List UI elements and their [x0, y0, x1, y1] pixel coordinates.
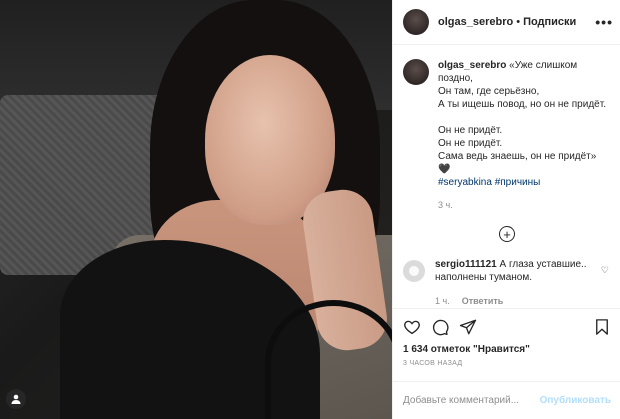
caption-username[interactable]: olgas_serebro — [438, 60, 506, 71]
caption-line: Он там, где серьёзно, — [438, 86, 540, 97]
following-button[interactable]: Подписки — [523, 16, 576, 28]
bookmark-icon[interactable] — [593, 318, 611, 336]
caption: olgas_serebro «Уже слишком поздно, Он та… — [393, 45, 620, 212]
caption-text: olgas_serebro «Уже слишком поздно, Он та… — [438, 59, 608, 212]
post-header: olgas_serebro • Подписки ••• — [393, 0, 620, 45]
comment-time: 1 ч. — [435, 296, 450, 306]
comments-list[interactable]: olgas_serebro «Уже слишком поздно, Он та… — [393, 45, 620, 307]
plus-circle-icon[interactable]: + — [499, 226, 515, 242]
share-icon[interactable] — [459, 318, 477, 336]
load-more-comments-button[interactable]: + — [393, 226, 620, 242]
more-dots-icon[interactable]: ••• — [595, 14, 613, 30]
comment-input[interactable]: Добавьте комментарий... — [403, 395, 519, 406]
caption-time: 3 ч. — [438, 200, 453, 210]
caption-hashtags[interactable]: #seryabkina #причины — [438, 177, 540, 188]
commenter-username[interactable]: sergio111121 — [435, 259, 497, 270]
comment-item: sergio111121 А глаза уставшие.. наполнен… — [393, 242, 620, 284]
likes-count[interactable]: 1 634 отметок "Нравится" — [393, 336, 620, 355]
comment-text: sergio111121 А глаза уставшие.. наполнен… — [435, 258, 595, 284]
caption-avatar[interactable] — [403, 59, 429, 85]
reply-button[interactable]: Ответить — [462, 296, 504, 306]
heart-icon[interactable] — [403, 318, 421, 336]
header-separator: • — [516, 16, 521, 28]
author-username[interactable]: olgas_serebro — [438, 16, 513, 28]
comment-icon[interactable] — [431, 318, 449, 336]
comment-like-icon[interactable]: ♡ — [601, 265, 609, 276]
tagged-user-icon[interactable] — [6, 389, 26, 409]
photo-chair — [265, 300, 392, 419]
commenter-avatar[interactable] — [403, 260, 425, 282]
caption-line: Сама ведь знаешь, он не придёт» 🖤 — [438, 151, 597, 175]
caption-line: Он не придёт. — [438, 125, 503, 136]
publish-button[interactable]: Опубликовать — [540, 395, 611, 406]
post-side-panel: olgas_serebro • Подписки ••• olgas_sereb… — [392, 0, 620, 419]
comment-composer: Добавьте комментарий... Опубликовать — [393, 381, 620, 419]
comment-meta: 1 ч. Ответить — [435, 296, 620, 306]
post-timestamp: 3 ЧАСОВ НАЗАД — [403, 360, 463, 367]
author-avatar[interactable] — [403, 9, 429, 35]
post-actions: 1 634 отметок "Нравится" 3 ЧАСОВ НАЗАД — [393, 308, 620, 367]
caption-line: А ты ищешь повод, но он не придёт. — [438, 99, 606, 110]
action-icons — [393, 309, 620, 336]
post-photo[interactable] — [0, 0, 392, 419]
caption-line: Он не придёт. — [438, 138, 503, 149]
